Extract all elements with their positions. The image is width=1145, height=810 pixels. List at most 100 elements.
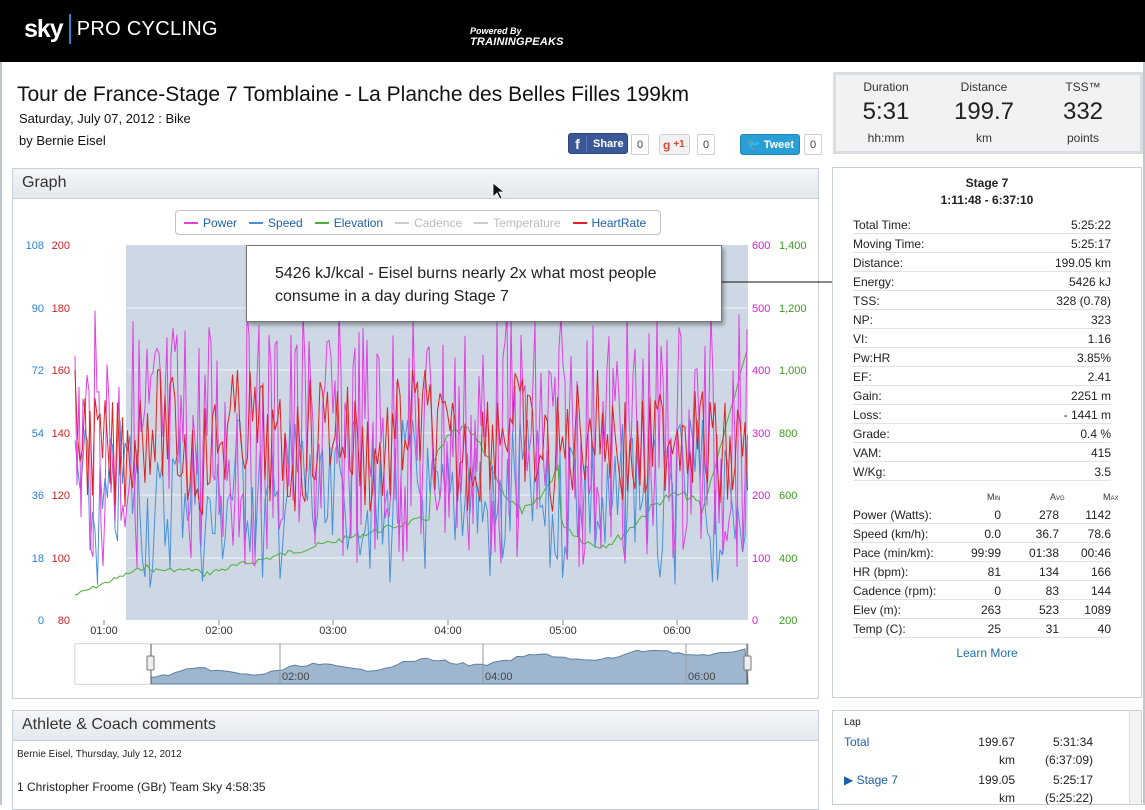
stats-row-label: Total Time: bbox=[853, 218, 912, 232]
legend-item-power[interactable]: Power bbox=[184, 216, 237, 230]
stats-row: VI: 1.16 bbox=[853, 329, 1111, 348]
stats-row-value: 2251 m bbox=[1070, 389, 1111, 403]
comment-text-line: 1 Christopher Froome (GBr) Team Sky 4:58… bbox=[17, 780, 266, 794]
logo-separator bbox=[68, 14, 71, 44]
top-bar: sky PRO CYCLING Powered By TRAININGPEAKS bbox=[0, 0, 1145, 62]
minmax-row: Pace (min/km): 99:99 01:38 00:46 bbox=[853, 543, 1111, 562]
summary-duration: Duration 5:31 hh:mm bbox=[836, 75, 936, 145]
minmax-row: Cadence (rpm): 0 83 144 bbox=[853, 581, 1111, 600]
stats-row-label: Loss: bbox=[853, 408, 882, 422]
lap-row[interactable]: ▶ Stage 7 199.05 km 5:25:17 (5:25:22) bbox=[833, 771, 1129, 807]
stats-row-value: 0.4 % bbox=[1080, 427, 1111, 441]
energy-annotation-callout: 5426 kJ/kcal - Eisel burns nearly 2x wha… bbox=[246, 245, 722, 322]
legend-item-elevation[interactable]: Elevation bbox=[314, 216, 383, 230]
stats-row-label: Moving Time: bbox=[853, 237, 925, 251]
tweet-button[interactable]: 🐦 Tweet bbox=[740, 134, 800, 155]
stats-row-value: 2.41 bbox=[1087, 370, 1111, 384]
stats-row: NP: 323 bbox=[853, 310, 1111, 329]
legend-swatch bbox=[395, 221, 410, 224]
lap-name-link[interactable]: Total bbox=[844, 735, 869, 749]
minmax-row-value: 166 bbox=[1090, 565, 1111, 579]
stats-row-label: VI: bbox=[853, 332, 868, 346]
summary-tss: TSS™ 332 points bbox=[1033, 75, 1133, 145]
sky-pro-cycling-logo[interactable]: sky PRO CYCLING bbox=[24, 14, 218, 44]
summary-duration-label: Duration bbox=[863, 80, 909, 94]
legend-item-cadence[interactable]: Cadence bbox=[395, 216, 462, 230]
stats-row-value: 5426 kJ bbox=[1068, 275, 1111, 289]
comments-panel: Athlete & Coach comments Bernie Eisel, T… bbox=[12, 710, 819, 810]
minmax-row-value: 83 bbox=[1045, 584, 1059, 598]
stats-row-label: Pw:HR bbox=[853, 351, 891, 365]
summary-tss-unit: points bbox=[1066, 131, 1100, 145]
comment-byline: Bernie Eisel, Thursday, July 12, 2012 bbox=[17, 749, 182, 760]
stats-row-value: - 1441 m bbox=[1063, 408, 1111, 422]
minmax-row-value: 99:99 bbox=[970, 546, 1001, 560]
lap-panel: Lap Total 199.67 km 5:31:34 (6:37:09) ▶ Stage… bbox=[832, 710, 1142, 805]
minmax-header-avg: Avg bbox=[1050, 492, 1065, 502]
google-plus-icon: g bbox=[663, 137, 671, 152]
lap-distance-unit: km bbox=[999, 791, 1015, 805]
legend-swatch bbox=[184, 221, 198, 224]
minmax-row-value: 0.0 bbox=[984, 527, 1001, 541]
stats-row: W/Kg: 3.5 bbox=[853, 462, 1111, 481]
stats-row: Gain: 2251 m bbox=[853, 386, 1111, 405]
minmax-row: Speed (km/h): 0.0 36.7 78.6 bbox=[853, 524, 1111, 543]
stats-row: Total Time: 5:25:22 bbox=[853, 215, 1111, 234]
graph-legend: Power Speed Elevation Cadence Temperature Hea… bbox=[175, 210, 661, 235]
facebook-share-button[interactable]: f Share bbox=[568, 133, 628, 154]
minmax-row-value: 40 bbox=[1097, 622, 1111, 636]
summary-distance-label: Distance bbox=[960, 80, 1008, 94]
minmax-row-label: Pace (min/km): bbox=[853, 546, 934, 560]
minmax-row-value: 1142 bbox=[1085, 508, 1111, 522]
stats-range: 1:11:48 - 6:37:10 bbox=[940, 193, 1034, 207]
stats-row: TSS: 328 (0.78) bbox=[853, 291, 1111, 310]
stats-row: Distance: 199.05 km bbox=[853, 253, 1111, 272]
stats-row: Pw:HR 3.85% bbox=[853, 348, 1111, 367]
legend-item-speed[interactable]: Speed bbox=[249, 216, 303, 230]
tweet-count: 0 bbox=[804, 134, 822, 155]
minmax-row-value: 78.6 bbox=[1087, 527, 1111, 541]
graph-panel-title: Graph bbox=[13, 169, 818, 199]
minmax-row-value: 00:46 bbox=[1080, 546, 1111, 560]
minmax-row-value: 523 bbox=[1038, 603, 1059, 617]
minmax-row-value: 0 bbox=[994, 508, 1001, 522]
stats-row: Loss: - 1441 m bbox=[853, 405, 1111, 424]
minmax-row-label: Speed (km/h): bbox=[853, 527, 929, 541]
stats-learn-more-link[interactable]: Learn More bbox=[833, 646, 1141, 660]
stats-row: VAM: 415 bbox=[853, 443, 1111, 462]
legend-item-heartrate[interactable]: HeartRate bbox=[572, 216, 646, 230]
minmax-row-value: 134 bbox=[1038, 565, 1059, 579]
minmax-row-value: 31 bbox=[1045, 622, 1059, 636]
minmax-row-value: 278 bbox=[1038, 508, 1059, 522]
stats-row: Grade: 0.4 % bbox=[853, 424, 1111, 443]
lap-row[interactable]: Total 199.67 km 5:31:34 (6:37:09) bbox=[833, 733, 1129, 769]
lap-distance-unit: km bbox=[999, 753, 1015, 767]
lap-distance: 199.05 bbox=[978, 773, 1015, 787]
legend-swatch bbox=[474, 221, 489, 224]
legend-swatch bbox=[249, 221, 264, 224]
google-plus-label: +1 bbox=[673, 139, 685, 150]
google-plus-count: 0 bbox=[697, 134, 715, 155]
minmax-row-value: 36.7 bbox=[1035, 527, 1059, 541]
minmax-row: Elev (m): 263 523 1089 bbox=[853, 600, 1111, 619]
stats-row: Moving Time: 5:25:17 bbox=[853, 234, 1111, 253]
stats-row-value: 3.85% bbox=[1076, 351, 1111, 365]
comments-body: Bernie Eisel, Thursday, July 12, 2012 1 … bbox=[13, 741, 818, 802]
stats-row: EF: 2.41 bbox=[853, 367, 1111, 386]
stats-row-label: Distance: bbox=[853, 256, 904, 270]
minmax-row-value: 263 bbox=[980, 603, 1001, 617]
stats-row-label: VAM: bbox=[853, 446, 882, 460]
lap-name-link[interactable]: ▶ Stage 7 bbox=[844, 773, 898, 787]
page-frame-left bbox=[0, 62, 2, 805]
stats-row-label: NP: bbox=[853, 313, 874, 327]
powered-by-logo: Powered By TRAININGPEAKS bbox=[470, 26, 564, 48]
workout-summary-box: Duration 5:31 hh:mm Distance 199.7 km TS… bbox=[833, 72, 1143, 154]
google-plus-button[interactable]: g +1 bbox=[659, 134, 690, 155]
tweet-label: Tweet bbox=[763, 138, 795, 151]
legend-item-temperature[interactable]: Temperature bbox=[474, 216, 561, 230]
lap-distance: 199.67 bbox=[978, 735, 1015, 749]
workout-date: Saturday, July 07, 2012 : Bike bbox=[19, 111, 191, 126]
lap-scrollbar[interactable] bbox=[1129, 711, 1141, 804]
workout-author: by Bernie Eisel bbox=[19, 133, 106, 148]
lap-elapsed-time: (5:25:22) bbox=[1044, 791, 1093, 805]
